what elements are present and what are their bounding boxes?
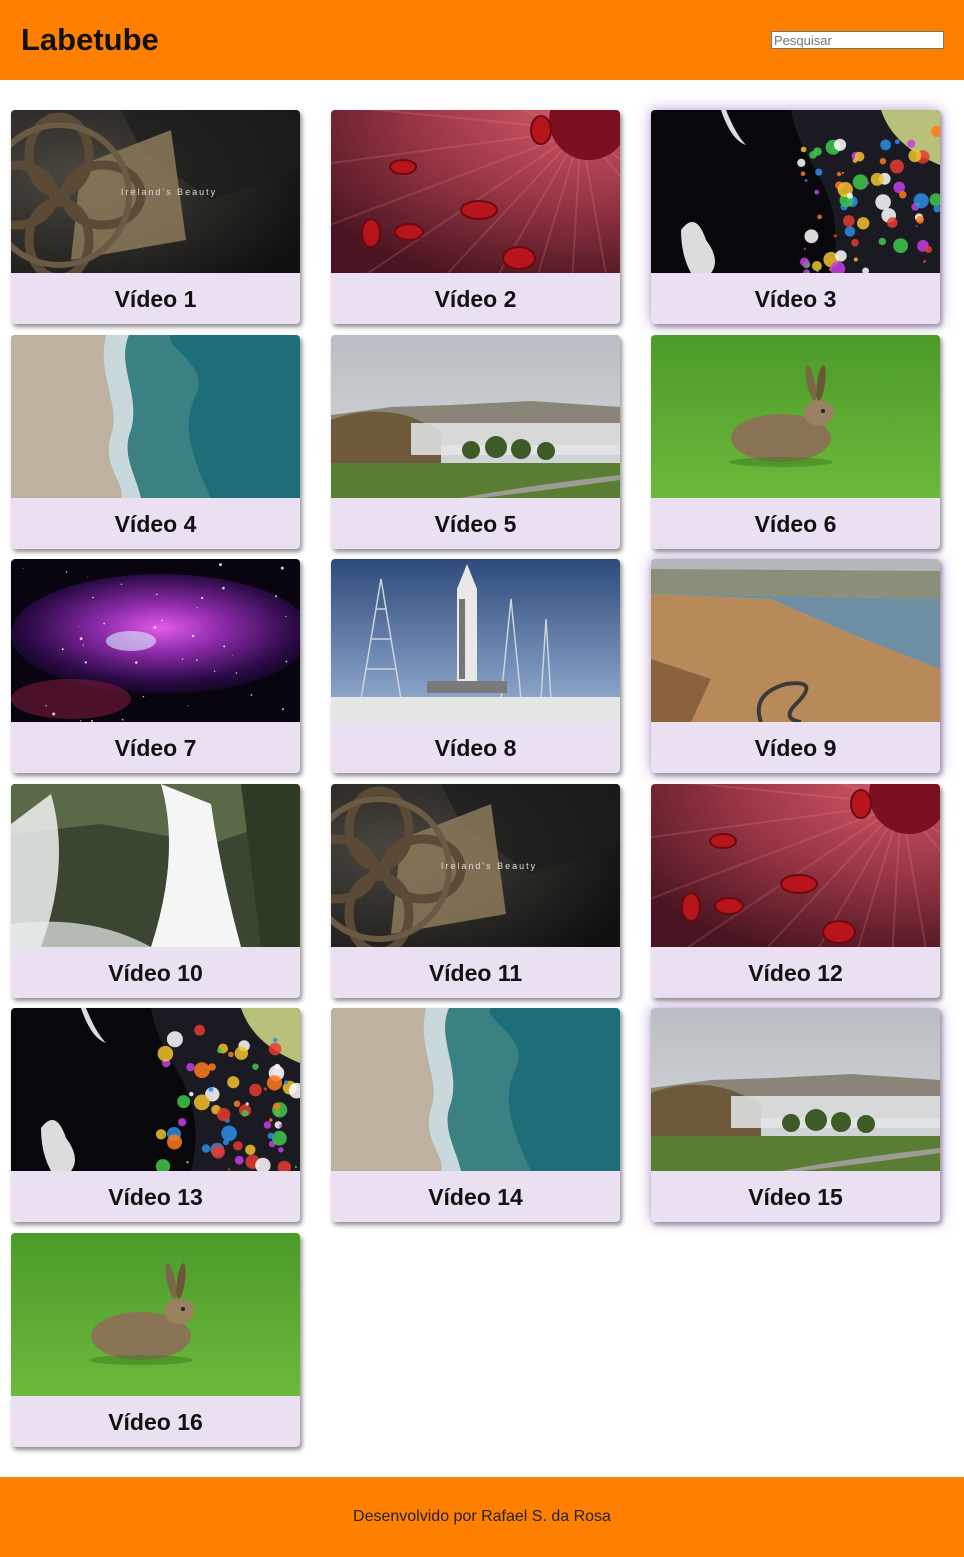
video-card[interactable]: Vídeo 4 — [11, 335, 300, 549]
video-thumbnail-hare-on-grass[interactable] — [651, 335, 940, 498]
video-title: Vídeo 1 — [114, 286, 197, 312]
video-thumbnail-hare-on-grass[interactable] — [11, 1233, 300, 1396]
video-thumbnail-foggy-landscape[interactable] — [651, 1008, 940, 1171]
video-title: Vídeo 6 — [754, 511, 837, 537]
video-thumbnail-rocket-launch-pad[interactable] — [331, 559, 620, 722]
top-bar: Labetube — [0, 0, 964, 80]
video-thumbnail-beach-aerial[interactable] — [11, 335, 300, 498]
video-thumbnail-red-blood-cells[interactable] — [331, 110, 620, 273]
video-card[interactable]: Vídeo 14 — [331, 1008, 620, 1222]
video-title: Vídeo 11 — [428, 960, 523, 986]
video-thumbnail-red-blood-cells[interactable] — [651, 784, 940, 947]
video-card[interactable]: Vídeo 2 — [331, 110, 620, 324]
video-card[interactable]: Vídeo 10 — [11, 784, 300, 998]
video-title: Vídeo 15 — [748, 1184, 843, 1210]
video-thumbnail-celtic-cross[interactable]: Ireland's Beauty — [331, 784, 620, 947]
video-thumbnail-colorful-ink[interactable] — [11, 1008, 300, 1171]
video-card[interactable]: Ireland's Beauty Vídeo 11 — [331, 784, 620, 998]
video-title: Vídeo 7 — [114, 735, 197, 761]
thumbnail-caption: Ireland's Beauty — [121, 187, 217, 197]
video-title: Vídeo 16 — [108, 1409, 203, 1435]
video-title: Vídeo 3 — [754, 286, 837, 312]
video-title: Vídeo 2 — [434, 286, 517, 312]
video-card[interactable]: Vídeo 9 — [651, 559, 940, 773]
video-thumbnail-foggy-landscape[interactable] — [331, 335, 620, 498]
video-title: Vídeo 13 — [108, 1184, 203, 1210]
video-card[interactable]: Vídeo 15 — [651, 1008, 940, 1222]
thumbnail-caption: Ireland's Beauty — [441, 861, 537, 871]
site-logo[interactable]: Labetube — [21, 21, 159, 59]
video-thumbnail-purple-nebula[interactable] — [11, 559, 300, 722]
video-thumbnail-beach-aerial[interactable] — [331, 1008, 620, 1171]
video-thumbnail-colorful-ink[interactable] — [651, 110, 940, 273]
video-title: Vídeo 10 — [108, 960, 203, 986]
video-card[interactable]: Vídeo 7 — [11, 559, 300, 773]
video-card[interactable]: Vídeo 3 — [651, 110, 940, 324]
video-card[interactable]: Vídeo 6 — [651, 335, 940, 549]
footer: Desenvolvido por Rafael S. da Rosa — [0, 1477, 964, 1557]
video-card[interactable]: Vídeo 13 — [11, 1008, 300, 1222]
footer-credit: Desenvolvido por Rafael S. da Rosa — [353, 1508, 611, 1525]
video-thumbnail-celtic-cross[interactable]: Ireland's Beauty — [11, 110, 300, 273]
video-card[interactable]: Vídeo 16 — [11, 1233, 300, 1447]
video-thumbnail-river-canyon-road[interactable] — [651, 559, 940, 722]
video-title: Vídeo 9 — [754, 735, 837, 761]
video-title: Vídeo 4 — [114, 511, 197, 537]
video-title: Vídeo 5 — [434, 511, 517, 537]
video-card[interactable]: Ireland's Beauty Vídeo 1 — [11, 110, 300, 324]
video-title: Vídeo 14 — [428, 1184, 523, 1210]
video-thumbnail-waterfall[interactable] — [11, 784, 300, 947]
video-title: Vídeo 8 — [434, 735, 517, 761]
video-card[interactable]: Vídeo 5 — [331, 335, 620, 549]
video-card[interactable]: Vídeo 12 — [651, 784, 940, 998]
video-card[interactable]: Vídeo 8 — [331, 559, 620, 773]
video-title: Vídeo 12 — [748, 960, 843, 986]
search-input[interactable] — [771, 31, 944, 49]
